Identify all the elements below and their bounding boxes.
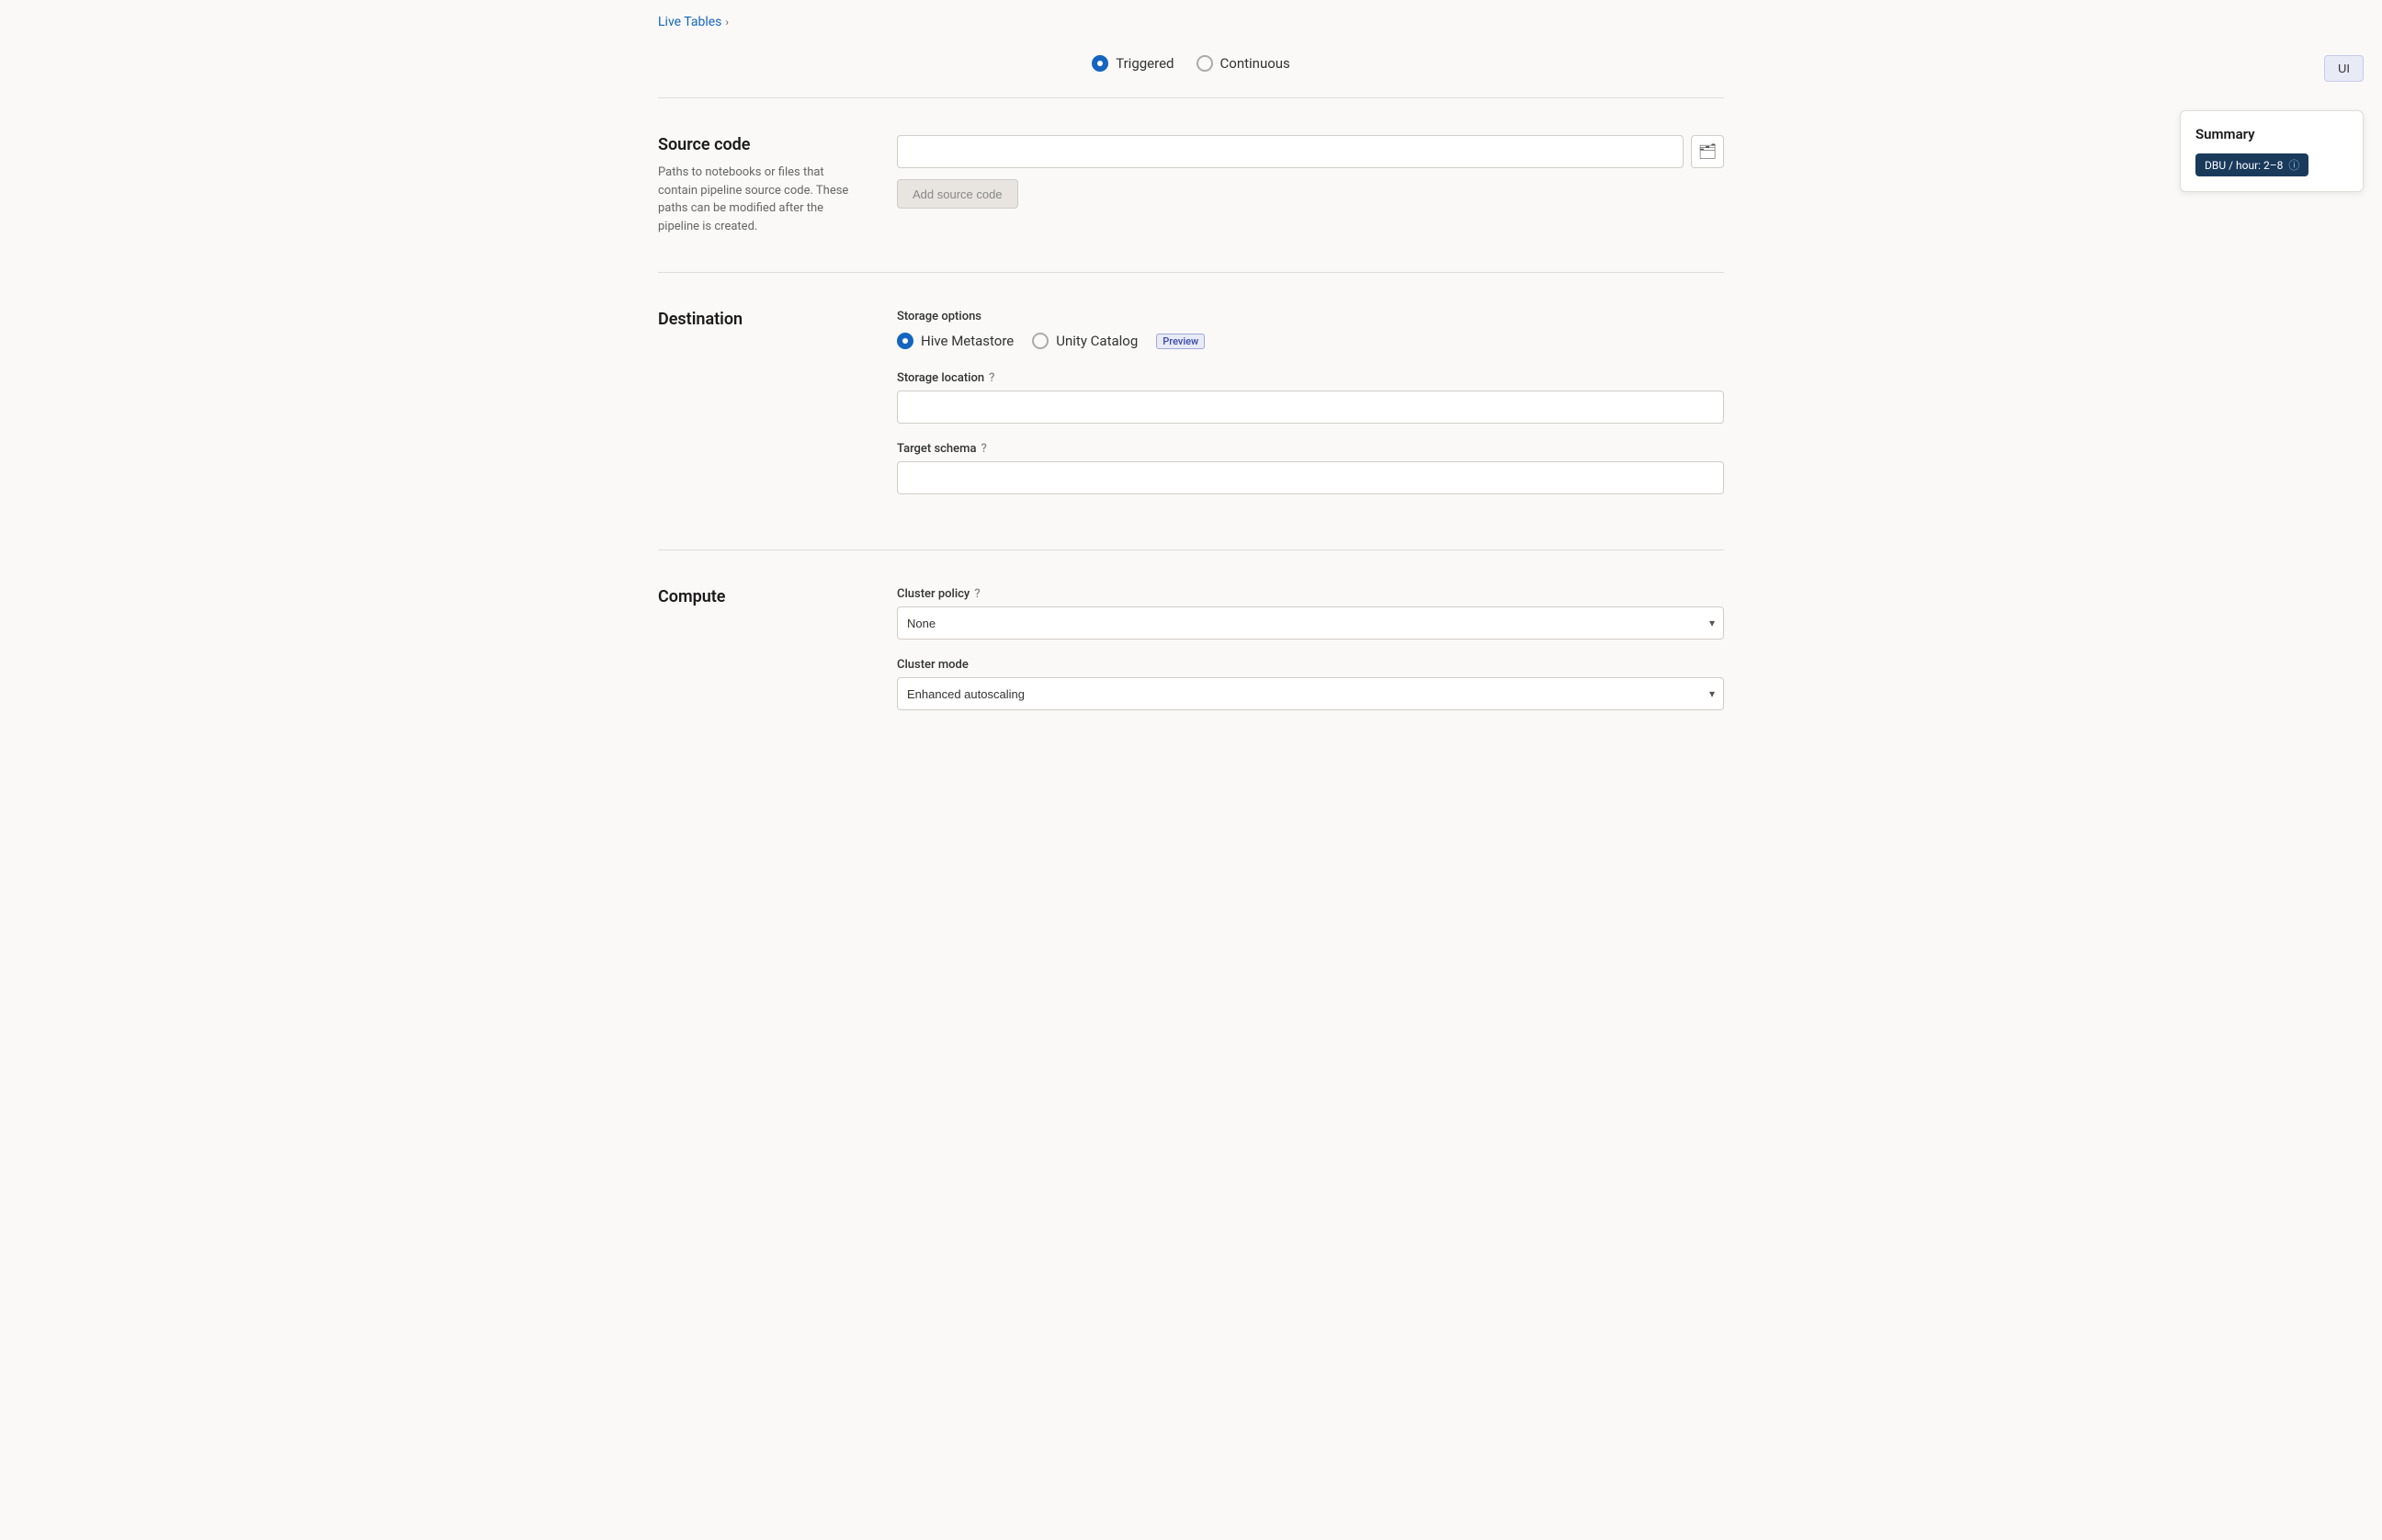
add-source-code-button[interactable]: Add source code — [897, 179, 1018, 209]
compute-label-col: Compute — [658, 587, 860, 729]
source-code-content: 🗂 Add source code — [897, 135, 1724, 235]
unity-catalog-label: Unity Catalog — [1056, 333, 1138, 349]
triggered-radio[interactable] — [1092, 55, 1108, 72]
storage-options-radio-group: Hive Metastore Unity Catalog Preview — [897, 333, 1724, 349]
ui-mode-button[interactable]: UI — [2324, 55, 2364, 82]
storage-location-label: Storage location ? — [897, 371, 1724, 385]
compute-title: Compute — [658, 587, 860, 606]
storage-location-info-icon: ? — [989, 371, 994, 385]
source-code-input[interactable] — [897, 135, 1684, 168]
summary-dbu-badge: DBU / hour: 2–8 ⓘ — [2195, 153, 2308, 176]
triggered-label: Triggered — [1116, 55, 1174, 72]
destination-label-col: Destination — [658, 310, 860, 513]
hive-metastore-radio[interactable] — [897, 333, 913, 349]
folder-icon: 🗂 — [1698, 142, 1717, 161]
cluster-policy-select-wrapper: None Option A Option B ▾ — [897, 606, 1724, 640]
destination-title: Destination — [658, 310, 860, 329]
cluster-policy-info-icon: ? — [974, 587, 980, 601]
hive-metastore-label: Hive Metastore — [921, 333, 1014, 349]
folder-browse-button[interactable]: 🗂 — [1691, 135, 1724, 168]
storage-options-label: Storage options — [897, 310, 1724, 323]
compute-content: Cluster policy ? None Option A Option B … — [897, 587, 1724, 729]
unity-catalog-radio[interactable] — [1032, 333, 1049, 349]
cluster-policy-group: Cluster policy ? None Option A Option B … — [897, 587, 1724, 640]
unity-catalog-option[interactable]: Unity Catalog — [1032, 333, 1138, 349]
breadcrumb-chevron-icon: › — [725, 16, 729, 28]
hive-metastore-option[interactable]: Hive Metastore — [897, 333, 1014, 349]
preview-badge: Preview — [1156, 334, 1205, 349]
compute-section: Compute Cluster policy ? None Option A O… — [658, 558, 1724, 758]
breadcrumb-parent-link[interactable]: Live Tables — [658, 15, 721, 29]
storage-location-input[interactable] — [897, 391, 1724, 424]
breadcrumb: Live Tables › — [658, 0, 1724, 40]
target-schema-group: Target schema ? — [897, 442, 1724, 494]
summary-panel: Summary DBU / hour: 2–8 ⓘ — [2180, 110, 2364, 192]
divider-compute — [658, 549, 1724, 550]
storage-location-group: Storage location ? — [897, 371, 1724, 424]
cluster-policy-select[interactable]: None Option A Option B — [897, 606, 1724, 640]
source-code-description: Paths to notebooks or files that contain… — [658, 164, 860, 235]
summary-title: Summary — [2195, 126, 2348, 142]
cluster-policy-label: Cluster policy ? — [897, 587, 1724, 601]
target-schema-input[interactable] — [897, 461, 1724, 494]
source-code-label-col: Source code Paths to notebooks or files … — [658, 135, 860, 235]
add-source-code-label: Add source code — [913, 187, 1003, 201]
summary-info-icon: ⓘ — [2288, 157, 2299, 173]
target-schema-label: Target schema ? — [897, 442, 1724, 456]
divider-top — [658, 97, 1724, 98]
continuous-radio[interactable] — [1197, 55, 1213, 72]
cluster-mode-select[interactable]: Enhanced autoscaling Fixed size Legacy a… — [897, 677, 1724, 710]
source-code-title: Source code — [658, 135, 860, 154]
destination-section: Destination Storage options Hive Metasto… — [658, 280, 1724, 542]
source-code-input-row: 🗂 — [897, 135, 1724, 168]
continuous-option[interactable]: Continuous — [1197, 55, 1290, 72]
triggered-option[interactable]: Triggered — [1092, 55, 1174, 72]
summary-dbu-label: DBU / hour: 2–8 — [2205, 159, 2283, 172]
cluster-mode-select-wrapper: Enhanced autoscaling Fixed size Legacy a… — [897, 677, 1724, 710]
pipeline-mode-selector: Triggered Continuous — [658, 40, 1724, 90]
divider-destination — [658, 272, 1724, 273]
source-code-section: Source code Paths to notebooks or files … — [658, 106, 1724, 265]
destination-content: Storage options Hive Metastore Unity Cat… — [897, 310, 1724, 513]
target-schema-info-icon: ? — [981, 442, 986, 456]
cluster-mode-group: Cluster mode Enhanced autoscaling Fixed … — [897, 658, 1724, 710]
cluster-mode-label: Cluster mode — [897, 658, 1724, 672]
continuous-label: Continuous — [1220, 55, 1290, 72]
